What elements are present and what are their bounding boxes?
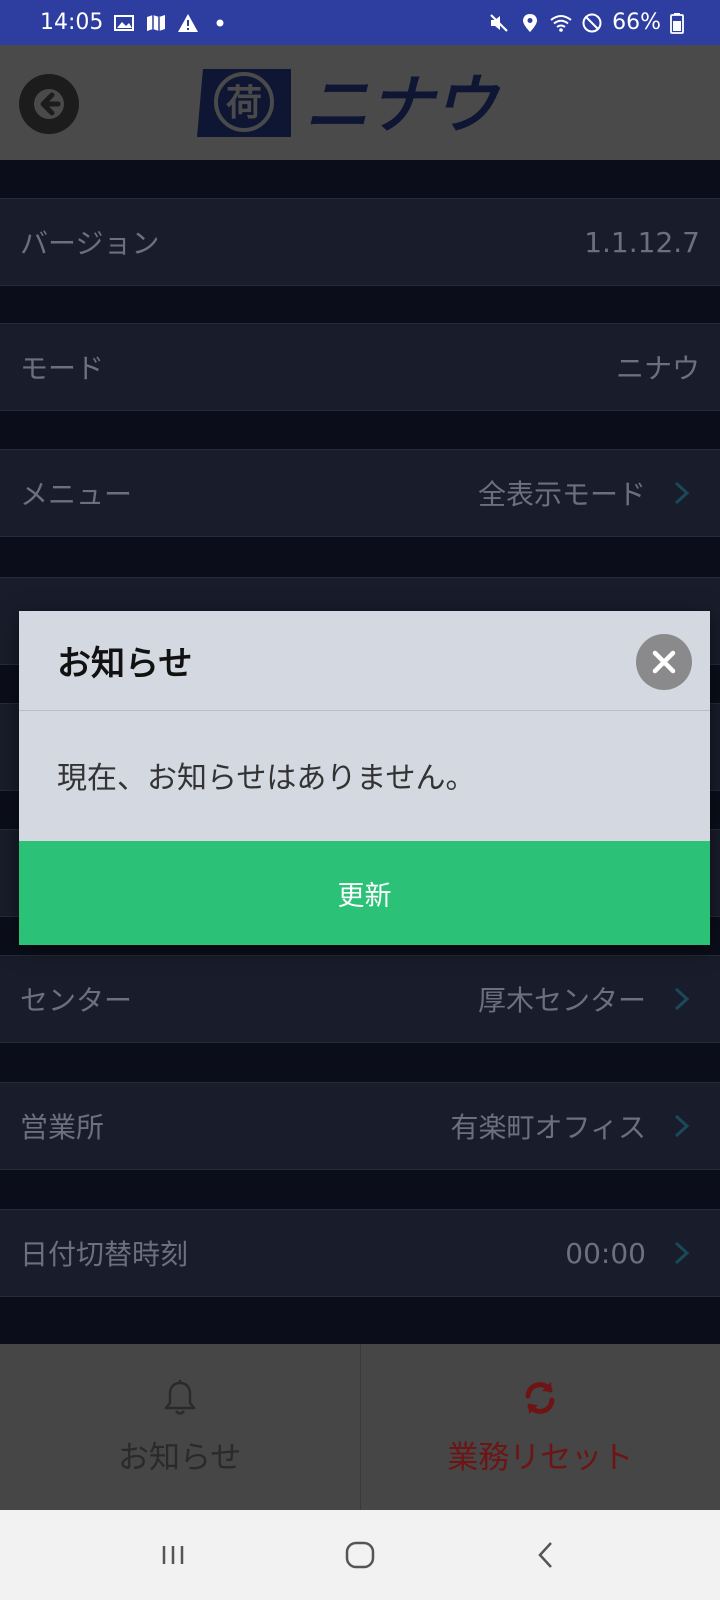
- notification-dot-icon: [209, 12, 231, 34]
- chevron-right-icon: [670, 1111, 694, 1141]
- bottom-tab-bar: お知らせ 業務リセット: [0, 1344, 720, 1510]
- mute-icon: [488, 12, 510, 34]
- row-label: メニュー: [20, 478, 133, 511]
- row-center[interactable]: センター 厚木センター: [0, 955, 720, 1043]
- refresh-button[interactable]: 更新: [19, 841, 710, 945]
- row-value: 1.1.12.7: [584, 225, 700, 259]
- chevron-right-icon: [670, 1238, 694, 1268]
- tab-notice-label: お知らせ: [118, 1439, 242, 1476]
- row-version: バージョン 1.1.12.7: [0, 198, 720, 286]
- app-header: 荷 ニナウ: [0, 45, 720, 160]
- chevron-right-icon: [670, 478, 694, 508]
- dialog-close-button[interactable]: [636, 634, 692, 690]
- back-button[interactable]: [19, 74, 79, 134]
- row-value: 全表示モード: [477, 478, 646, 511]
- location-icon: [519, 12, 541, 34]
- sync-icon: [520, 1378, 560, 1418]
- row-office[interactable]: 営業所 有楽町オフィス: [0, 1082, 720, 1170]
- row-date-switch-time[interactable]: 日付切替時刻 00:00: [0, 1209, 720, 1297]
- row-label: バージョン: [20, 227, 160, 260]
- app-logo: 荷 ニナウ: [197, 65, 527, 143]
- row-label: モード: [20, 352, 105, 385]
- system-nav-bar: [0, 1510, 720, 1600]
- bell-icon: [160, 1378, 200, 1418]
- row-value: 00:00: [565, 1236, 646, 1270]
- row-value: 厚木センター: [477, 984, 646, 1017]
- chevron-left-icon: [537, 1542, 552, 1568]
- battery-icon: [670, 12, 684, 34]
- notice-dialog: お知らせ 現在、お知らせはありません。 更新: [19, 611, 710, 945]
- home-button[interactable]: [335, 1530, 385, 1580]
- row-mode: モード ニナウ: [0, 323, 720, 411]
- chevron-right-icon: [670, 984, 694, 1014]
- tab-notice[interactable]: お知らせ: [0, 1344, 360, 1510]
- recent-apps-button[interactable]: [148, 1530, 198, 1580]
- warning-icon: [177, 12, 199, 34]
- battery-percent: 66%: [612, 10, 661, 35]
- wifi-icon: [550, 12, 572, 34]
- tab-reset-label: 業務リセット: [447, 1439, 634, 1476]
- row-label: センター: [20, 984, 133, 1017]
- row-menu[interactable]: メニュー 全表示モード: [0, 449, 720, 537]
- logo-text: ニナウ: [305, 69, 501, 140]
- status-bar: 14:05 66%: [0, 0, 720, 45]
- row-label: 日付切替時刻: [20, 1238, 189, 1271]
- close-icon: [652, 650, 676, 674]
- system-back-button[interactable]: [522, 1530, 572, 1580]
- dialog-message: 現在、お知らせはありません。: [57, 761, 476, 796]
- status-time: 14:05: [40, 10, 104, 35]
- dialog-title: お知らせ: [57, 644, 193, 684]
- do-not-disturb-icon: [581, 12, 603, 34]
- logo-seal-char: 荷: [226, 83, 262, 124]
- dialog-header: お知らせ: [19, 611, 710, 711]
- row-value: ニナウ: [615, 352, 700, 385]
- home-icon: [345, 1541, 375, 1569]
- tab-business-reset[interactable]: 業務リセット: [359, 1344, 720, 1510]
- gallery-icon: [113, 12, 135, 34]
- recent-apps-icon: [163, 1546, 184, 1564]
- row-label: 営業所: [20, 1111, 105, 1144]
- row-value: 有楽町オフィス: [450, 1111, 646, 1144]
- map-icon: [145, 12, 167, 34]
- arrow-left-icon: [34, 89, 64, 119]
